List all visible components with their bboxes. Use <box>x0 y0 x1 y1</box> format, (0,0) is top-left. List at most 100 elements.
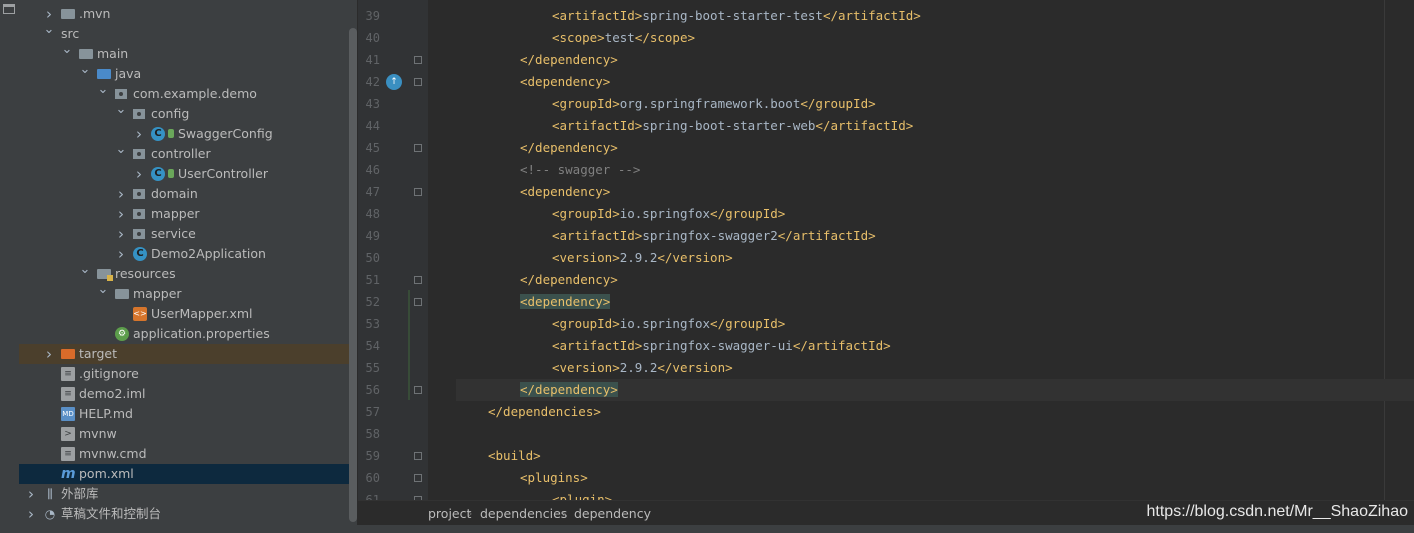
code-text: 2.9.2 <box>619 360 658 375</box>
chevron-down-icon[interactable]: ⌄ <box>79 63 91 84</box>
tree-item[interactable]: › ⫼ 外部库 <box>19 484 357 504</box>
chevron-down-icon[interactable]: ⌄ <box>97 283 109 304</box>
chevron-down-icon[interactable]: ⌄ <box>61 43 73 64</box>
code-line[interactable]: <!-- swagger --> <box>456 159 1414 181</box>
code-text: springfox-swagger2 <box>642 228 778 243</box>
chevron-down-icon[interactable]: ⌄ <box>115 143 127 164</box>
code-line[interactable]: <groupId>io.springfox</groupId> <box>456 313 1414 335</box>
tree-item[interactable]: ⌄ com.example.demo <box>19 83 357 104</box>
breadcrumb-item[interactable]: dependency <box>574 501 651 526</box>
chevron-down-icon[interactable]: ⌄ <box>115 103 127 124</box>
code-line[interactable]: <dependency> <box>456 71 1414 93</box>
code-line[interactable]: <groupId>org.springframework.boot</group… <box>456 93 1414 115</box>
tree-item[interactable]: ⌄ main <box>19 43 357 64</box>
code-tag: </version> <box>657 360 733 375</box>
fold-marker-icon[interactable] <box>414 144 422 152</box>
class-icon: C <box>151 167 165 181</box>
chevron-right-icon[interactable]: › <box>43 4 55 24</box>
fold-marker-icon[interactable] <box>414 452 422 460</box>
tree-item-label: mapper <box>151 206 200 221</box>
tree-item[interactable]: ≡ .gitignore <box>19 364 357 384</box>
tree-item[interactable]: ⌄ src <box>19 23 357 44</box>
chevron-right-icon[interactable]: › <box>133 124 145 144</box>
chevron-right-icon[interactable]: › <box>25 484 37 504</box>
project-tree-scrollbar[interactable] <box>349 28 357 522</box>
line-number: 50 <box>365 251 380 265</box>
code-line[interactable]: </dependency> <box>456 137 1414 159</box>
tree-item[interactable]: ⌄ controller <box>19 143 357 164</box>
fold-marker-icon[interactable] <box>414 56 422 64</box>
tree-item-label: application.properties <box>133 326 270 341</box>
vcs-change-marker[interactable] <box>408 290 410 400</box>
code-line[interactable]: <artifactId>springfox-swagger-ui</artifa… <box>456 335 1414 357</box>
tree-item[interactable]: MD HELP.md <box>19 404 357 424</box>
code-line[interactable]: <build> <box>456 445 1414 467</box>
code-line[interactable]: <groupId>io.springfox</groupId> <box>456 203 1414 225</box>
terminal-file-icon: > <box>61 427 75 441</box>
tree-item[interactable]: › ◔ 草稿文件和控制台 <box>19 504 357 524</box>
chevron-right-icon[interactable]: › <box>25 504 37 524</box>
tree-item[interactable]: › C SwaggerConfig <box>19 124 357 144</box>
code-line[interactable]: </dependency> <box>456 379 1414 401</box>
package-icon <box>133 149 145 159</box>
code-tag: <artifactId> <box>552 8 643 23</box>
tree-item[interactable]: m pom.xml <box>19 464 357 484</box>
breadcrumb-separator-icon: › <box>562 507 567 520</box>
tree-item[interactable]: ≡ demo2.iml <box>19 384 357 404</box>
code-line[interactable]: <version>2.9.2</version> <box>456 247 1414 269</box>
tree-item[interactable]: › C Demo2Application <box>19 244 357 264</box>
tree-item[interactable]: ≡ mvnw.cmd <box>19 444 357 464</box>
line-number: 45 <box>365 141 380 155</box>
chevron-down-icon[interactable]: ⌄ <box>79 263 91 284</box>
code-line[interactable]: <artifactId>springfox-swagger2</artifact… <box>456 225 1414 247</box>
fold-marker-icon[interactable] <box>414 474 422 482</box>
code-tag: </dependency> <box>520 140 618 155</box>
code-line[interactable]: <scope>test</scope> <box>456 27 1414 49</box>
code-line[interactable]: <version>2.9.2</version> <box>456 357 1414 379</box>
fold-marker-icon[interactable] <box>414 78 422 86</box>
xml-file-icon: <> <box>133 307 147 321</box>
code-tag: </dependency> <box>520 52 618 67</box>
chevron-right-icon[interactable]: › <box>115 244 127 264</box>
chevron-right-icon[interactable]: › <box>115 184 127 204</box>
breadcrumb-item[interactable]: project <box>428 501 471 526</box>
tree-item[interactable]: ⌄ resources <box>19 263 357 284</box>
tree-item[interactable]: ⌄ java <box>19 63 357 84</box>
tree-item[interactable]: › C UserController <box>19 164 357 184</box>
tree-item[interactable]: › target <box>19 344 357 364</box>
code-line[interactable]: <dependency> <box>456 291 1414 313</box>
tree-item[interactable]: <> UserMapper.xml <box>19 304 357 324</box>
code-line[interactable]: </dependency> <box>456 269 1414 291</box>
code-line[interactable]: <dependency> <box>456 181 1414 203</box>
fold-marker-icon[interactable] <box>414 276 422 284</box>
code-line[interactable]: <artifactId>spring-boot-starter-web</art… <box>456 115 1414 137</box>
fold-marker-icon[interactable] <box>414 386 422 394</box>
tree-item[interactable]: ⚙ application.properties <box>19 324 357 344</box>
tool-window-strip <box>0 0 20 533</box>
override-marker-icon[interactable]: ↑ <box>386 74 402 90</box>
code-line[interactable] <box>456 423 1414 445</box>
code-line[interactable]: <artifactId>spring-boot-starter-test</ar… <box>456 5 1414 27</box>
tree-item[interactable]: ⌄ mapper <box>19 283 357 304</box>
chevron-down-icon[interactable]: ⌄ <box>97 83 109 104</box>
chevron-right-icon[interactable]: › <box>43 344 55 364</box>
chevron-right-icon[interactable]: › <box>115 224 127 244</box>
project-tool-window-icon[interactable] <box>3 4 15 14</box>
chevron-right-icon[interactable]: › <box>133 164 145 184</box>
tree-item[interactable]: ⌄ config <box>19 103 357 124</box>
tree-item[interactable]: › service <box>19 224 357 244</box>
fold-marker-icon[interactable] <box>414 298 422 306</box>
code-line[interactable]: </dependency> <box>456 49 1414 71</box>
breadcrumb-item[interactable]: dependencies <box>480 501 567 526</box>
tree-item[interactable]: › domain <box>19 184 357 204</box>
chevron-down-icon[interactable]: ⌄ <box>43 23 55 44</box>
tree-item[interactable]: > mvnw <box>19 424 357 444</box>
tree-item[interactable]: › .mvn <box>19 4 357 24</box>
code-editor[interactable]: ↑ 39 40 41 42 43 44 45 46 47 48 49 50 51 52 53 54 55 56 57… <box>358 0 1414 507</box>
code-line[interactable]: <plugins> <box>456 467 1414 489</box>
tree-item-label: .gitignore <box>79 366 139 381</box>
code-line[interactable]: </dependencies> <box>456 401 1414 423</box>
fold-marker-icon[interactable] <box>414 188 422 196</box>
tree-item[interactable]: › mapper <box>19 204 357 224</box>
chevron-right-icon[interactable]: › <box>115 204 127 224</box>
